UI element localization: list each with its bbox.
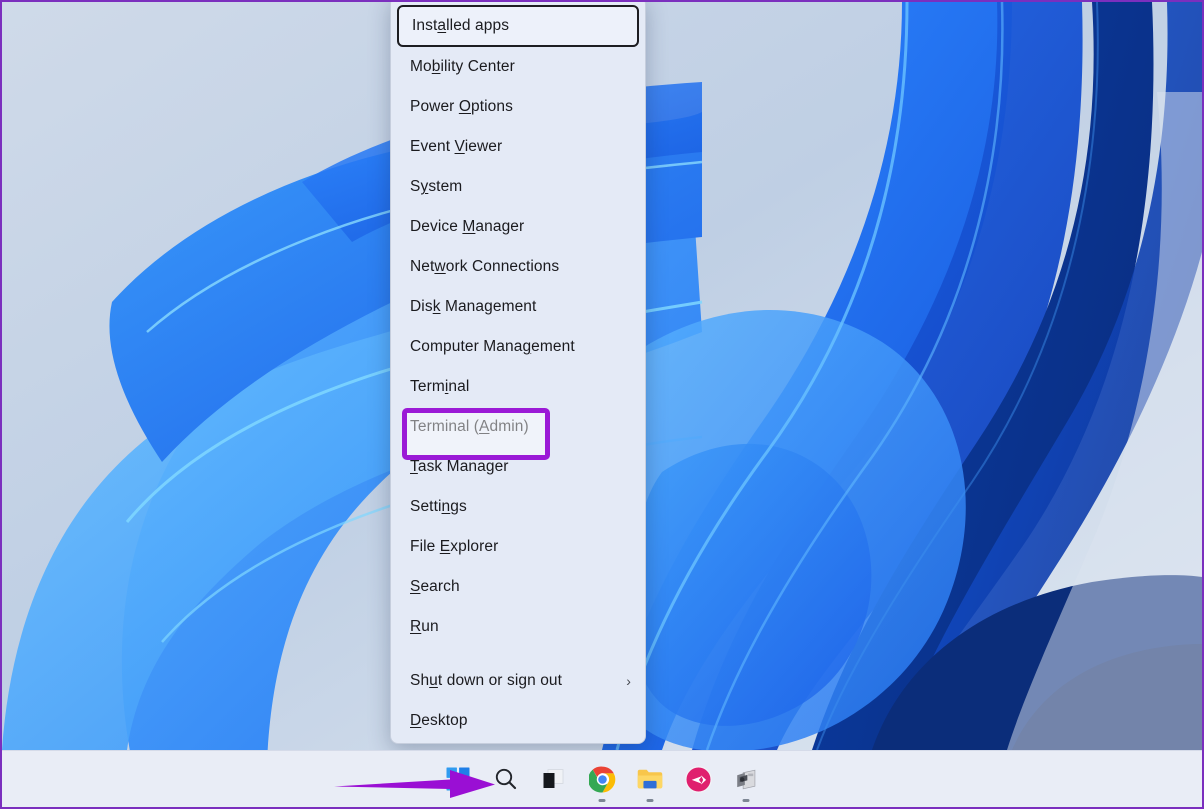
chrome-button[interactable]	[578, 755, 626, 803]
menu-item-event-viewer[interactable]: Event Viewer	[391, 127, 645, 167]
menu-item-label: Network Connections	[410, 258, 631, 276]
running-indicator	[599, 799, 606, 802]
menu-item-settings[interactable]: Settings	[391, 487, 645, 527]
menu-item-mobility-center[interactable]: Mobility Center	[391, 47, 645, 87]
file-explorer-button[interactable]	[626, 755, 674, 803]
menu-item-label: System	[410, 178, 631, 196]
menu-item-power-options[interactable]: Power Options	[391, 87, 645, 127]
menu-item-terminal-admin[interactable]: Terminal (Admin)	[391, 407, 645, 447]
running-indicator	[647, 799, 654, 802]
task-view-button[interactable]	[530, 755, 578, 803]
start-button[interactable]	[434, 755, 482, 803]
running-indicator	[743, 799, 750, 802]
menu-item-disk-management[interactable]: Disk Management	[391, 287, 645, 327]
menu-separator	[391, 647, 645, 661]
win-x-power-user-menu[interactable]: Installed apps Mobility Center Power Opt…	[390, 0, 646, 744]
gray-device-icon	[733, 766, 760, 793]
app-pink-button[interactable]	[674, 755, 722, 803]
menu-item-label: Settings	[410, 498, 631, 516]
menu-item-label: Mobility Center	[410, 58, 631, 76]
menu-item-task-manager[interactable]: Task Manager	[391, 447, 645, 487]
chevron-right-icon: ›	[626, 674, 631, 688]
menu-item-label: Run	[410, 618, 631, 636]
menu-item-device-manager[interactable]: Device Manager	[391, 207, 645, 247]
menu-item-label: Search	[410, 578, 631, 596]
search-icon	[493, 766, 519, 792]
menu-item-label: Computer Management	[410, 338, 631, 356]
menu-item-computer-management[interactable]: Computer Management	[391, 327, 645, 367]
chrome-icon	[589, 766, 616, 793]
menu-item-search[interactable]: Search	[391, 567, 645, 607]
windows-logo-icon	[446, 767, 470, 791]
menu-item-label: Device Manager	[410, 218, 631, 236]
menu-item-label: Task Manager	[410, 458, 631, 476]
menu-item-installed-apps[interactable]: Installed apps	[397, 5, 639, 47]
menu-item-label: Installed apps	[412, 17, 623, 35]
folder-icon	[636, 765, 664, 793]
menu-item-terminal[interactable]: Terminal	[391, 367, 645, 407]
menu-item-file-explorer[interactable]: File Explorer	[391, 527, 645, 567]
menu-item-label: Shut down or sign out	[410, 672, 618, 690]
menu-item-label: Event Viewer	[410, 138, 631, 156]
menu-item-desktop[interactable]: Desktop	[391, 701, 645, 741]
pink-arrow-circle-icon	[685, 766, 712, 793]
menu-item-label: Desktop	[410, 712, 631, 730]
search-button[interactable]	[482, 755, 530, 803]
menu-item-network-connections[interactable]: Network Connections	[391, 247, 645, 287]
menu-item-run[interactable]: Run	[391, 607, 645, 647]
menu-item-shut-down-or-sign-out[interactable]: Shut down or sign out ›	[391, 661, 645, 701]
menu-item-label: File Explorer	[410, 538, 631, 556]
menu-item-label: Terminal (Admin)	[410, 418, 631, 436]
menu-item-label: Disk Management	[410, 298, 631, 316]
app-gray-button[interactable]	[722, 755, 770, 803]
menu-item-label: Power Options	[410, 98, 631, 116]
taskbar[interactable]	[2, 750, 1202, 807]
task-view-icon	[541, 766, 567, 792]
screen: Installed apps Mobility Center Power Opt…	[0, 0, 1204, 809]
menu-item-label: Terminal	[410, 378, 631, 396]
menu-item-system[interactable]: System	[391, 167, 645, 207]
